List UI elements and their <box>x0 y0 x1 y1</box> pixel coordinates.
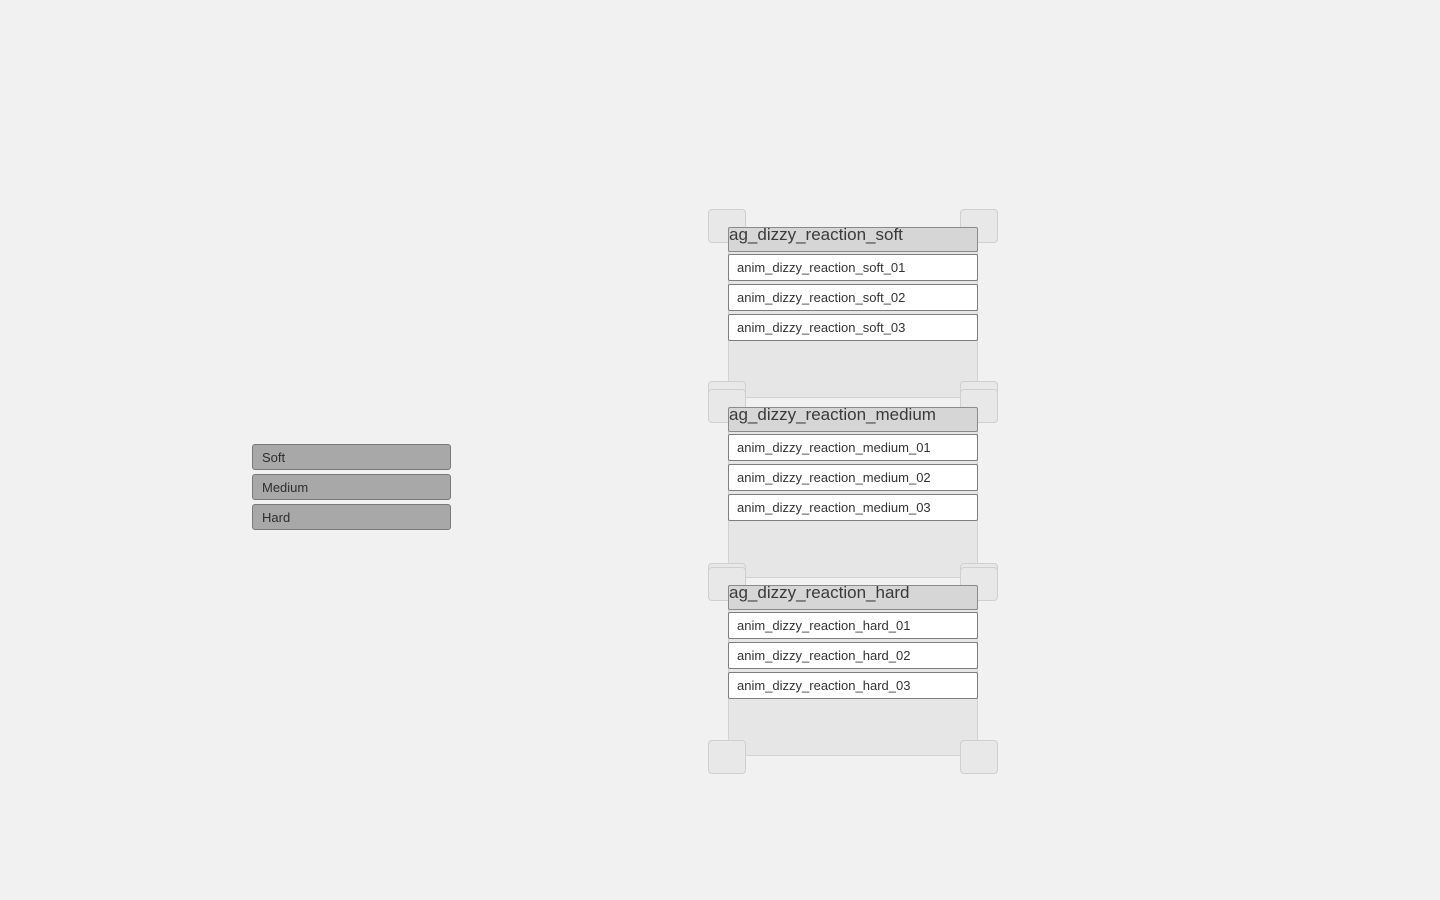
animation-item[interactable]: anim_dizzy_reaction_medium_03 <box>728 494 978 521</box>
resize-handle-bottom-left[interactable] <box>708 740 746 774</box>
animation-item[interactable]: anim_dizzy_reaction_hard_03 <box>728 672 978 699</box>
reaction-strength-list: Soft Medium Hard <box>252 444 451 534</box>
resize-handle-bottom-right[interactable] <box>960 740 998 774</box>
selector-item-soft[interactable]: Soft <box>252 444 451 470</box>
animation-item[interactable]: anim_dizzy_reaction_hard_01 <box>728 612 978 639</box>
selector-item-medium[interactable]: Medium <box>252 474 451 500</box>
animation-list: anim_dizzy_reaction_soft_01 anim_dizzy_r… <box>728 254 978 344</box>
group-title[interactable]: ag_dizzy_reaction_medium <box>728 405 978 432</box>
group-title-text: ag_dizzy_reaction_soft <box>729 225 903 244</box>
group-title[interactable]: ag_dizzy_reaction_hard <box>728 583 978 610</box>
selector-item-hard[interactable]: Hard <box>252 504 451 530</box>
group-title-text: ag_dizzy_reaction_hard <box>729 583 910 602</box>
animation-list: anim_dizzy_reaction_hard_01 anim_dizzy_r… <box>728 612 978 702</box>
group-title[interactable]: ag_dizzy_reaction_soft <box>728 225 978 252</box>
animation-list: anim_dizzy_reaction_medium_01 anim_dizzy… <box>728 434 978 524</box>
animation-item[interactable]: anim_dizzy_reaction_soft_01 <box>728 254 978 281</box>
animation-item[interactable]: anim_dizzy_reaction_medium_01 <box>728 434 978 461</box>
animation-item[interactable]: anim_dizzy_reaction_medium_02 <box>728 464 978 491</box>
animation-item[interactable]: anim_dizzy_reaction_hard_02 <box>728 642 978 669</box>
animation-item[interactable]: anim_dizzy_reaction_soft_02 <box>728 284 978 311</box>
group-title-text: ag_dizzy_reaction_medium <box>729 405 936 424</box>
animation-item[interactable]: anim_dizzy_reaction_soft_03 <box>728 314 978 341</box>
